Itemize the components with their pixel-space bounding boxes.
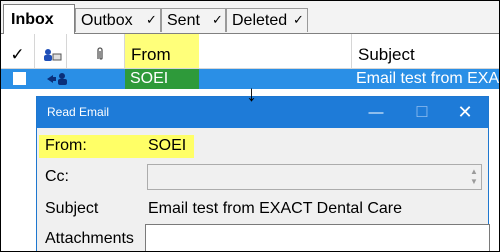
tab-outbox-label: Outbox [81, 12, 133, 29]
close-icon: ✕ [457, 102, 473, 122]
cc-field[interactable]: ▲ ▼ [147, 164, 482, 190]
tab-deleted-label: Deleted [232, 12, 288, 29]
column-from[interactable]: From [125, 34, 199, 68]
read-email-dialog: Read Email — ☐ ✕ From: SOEI Cc: ▲ ▼ Subje… [36, 96, 490, 251]
subject-label: Subject [45, 200, 99, 217]
column-status[interactable] [35, 34, 67, 68]
tab-sent[interactable]: Sent ✓ [161, 8, 226, 32]
minimize-button[interactable]: — [353, 97, 399, 128]
tab-inbox-label: Inbox [11, 11, 54, 28]
tab-sent-label: Sent [167, 12, 200, 29]
header-check-icon: ✓ [10, 45, 25, 64]
minimize-icon: — [368, 104, 384, 121]
outbox-check-icon: ✓ [146, 12, 157, 27]
dialog-title: Read Email [47, 105, 110, 119]
from-label: From: [45, 137, 87, 154]
grid-header: ✓ From Subject [1, 34, 499, 69]
from-value: SOEI [148, 137, 187, 154]
row-from-cell: SOEI [125, 69, 199, 89]
row-checkbox[interactable] [13, 72, 26, 85]
tab-inbox[interactable]: Inbox [3, 4, 75, 34]
attachments-label: Attachments [45, 230, 134, 247]
column-spacer [199, 34, 352, 68]
deleted-check-icon: ✓ [293, 12, 304, 27]
mail-read-icon [47, 73, 67, 85]
column-subject[interactable]: Subject [352, 34, 499, 68]
maximize-icon: ☐ [415, 104, 429, 121]
down-arrow-icon: ↓ [246, 81, 257, 106]
sent-check-icon: ✓ [212, 12, 223, 27]
column-attachment[interactable] [67, 34, 125, 68]
mail-user-icon [44, 49, 62, 61]
mail-window: Inbox Outbox ✓ Sent ✓ Deleted ✓ ✓ From S… [0, 0, 500, 252]
close-button[interactable]: ✕ [442, 97, 488, 128]
column-subject-label: Subject [358, 45, 415, 64]
maximize-button[interactable]: ☐ [399, 97, 445, 128]
subject-value: Email test from EXACT Dental Care [148, 200, 403, 217]
column-select[interactable]: ✓ [1, 34, 35, 68]
attachments-list[interactable] [145, 224, 490, 251]
row-subject-value: Email test from EXA [356, 70, 499, 87]
column-from-label: From [131, 45, 171, 64]
cc-scroll-arrows-icon[interactable]: ▲ ▼ [469, 167, 479, 187]
row-from-value: SOEI [130, 70, 169, 87]
paperclip-icon [97, 47, 103, 60]
dialog-body: From: SOEI Cc: ▲ ▼ Subject Email test fro… [37, 128, 490, 251]
cc-label: Cc: [45, 168, 69, 185]
folder-tab-strip: Inbox Outbox ✓ Sent ✓ Deleted ✓ [1, 1, 499, 34]
tab-deleted[interactable]: Deleted ✓ [226, 8, 308, 32]
tab-outbox[interactable]: Outbox ✓ [75, 8, 161, 32]
dialog-titlebar[interactable]: Read Email — ☐ ✕ [37, 97, 488, 128]
